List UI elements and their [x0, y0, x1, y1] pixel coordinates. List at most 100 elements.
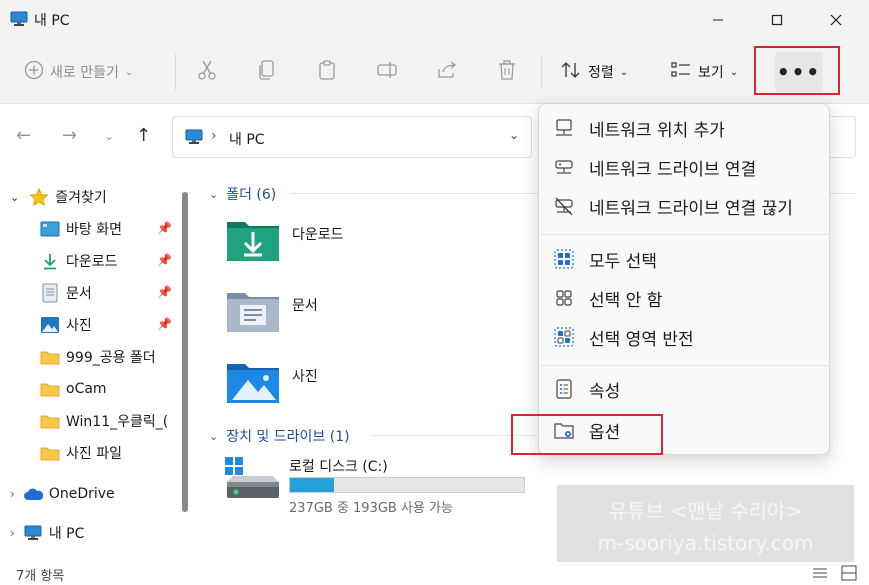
folder-item-downloads[interactable]: 다운로드	[226, 218, 344, 266]
tiles-view-icon[interactable]	[840, 564, 858, 582]
menu-item-label: 네트워크 드라이브 연결 끊기	[589, 198, 793, 219]
menu-item-invert-selection[interactable]: 선택 영역 반전	[539, 318, 829, 356]
downloads-folder-icon	[226, 218, 280, 266]
drives-group-title: 장치 및 드라이브 (1)	[226, 429, 350, 445]
menu-item-label: 속성	[589, 381, 621, 402]
sidebar-item-folder[interactable]: 사진 파일	[40, 438, 122, 468]
sort-button[interactable]: 정렬 ⌄	[560, 52, 628, 92]
address-bar[interactable]: › 내 PC ⌄	[172, 116, 532, 158]
rename-button[interactable]	[376, 52, 398, 92]
up-arrow-icon[interactable]: ↑	[136, 125, 151, 146]
properties-icon	[553, 378, 575, 400]
sidebar-item-label: 바탕 화면	[66, 222, 122, 238]
chevron-down-icon[interactable]: ⌄	[509, 128, 519, 142]
new-label: 새로 만들기	[50, 65, 119, 81]
folders-group-title: 폴더 (6)	[226, 187, 277, 203]
share-button[interactable]	[436, 52, 458, 92]
pictures-folder-icon	[226, 360, 280, 408]
sidebar-item-desktop[interactable]: 바탕 화면	[40, 214, 122, 244]
minimize-button[interactable]	[695, 0, 741, 40]
rename-icon	[376, 59, 398, 85]
pin-icon[interactable]: 📌	[157, 253, 172, 267]
drive-name[interactable]: 로컬 디스크 (C:)	[289, 456, 388, 476]
highlight-box-options	[511, 414, 663, 455]
maximize-button[interactable]	[754, 0, 800, 40]
sidebar-item-pictures[interactable]: 사진	[40, 310, 92, 340]
chevron-right-icon: ›	[211, 128, 217, 144]
share-icon	[436, 59, 458, 85]
chevron-down-icon: ⌄	[209, 429, 219, 443]
sort-icon	[560, 59, 582, 85]
drives-group-header[interactable]: ⌄ 장치 및 드라이브 (1)	[209, 426, 350, 446]
sidebar-item-downloads[interactable]: 다운로드	[40, 246, 118, 276]
hard-drive-icon	[224, 457, 282, 506]
drive-space-info: 237GB 중 193GB 사용 가능	[289, 501, 453, 516]
watermark: 유튜브 <맨날 수리야> m-sooriya.tistory.com	[557, 485, 854, 569]
chevron-right-icon[interactable]: ›	[10, 487, 15, 501]
sidebar-item-label: 다운로드	[66, 254, 118, 270]
add-circle-icon	[24, 60, 44, 84]
documents-folder-icon	[226, 289, 280, 337]
menu-item-disconnect-network-drive[interactable]: 네트워크 드라이브 연결 끊기	[539, 187, 829, 225]
invert-selection-icon	[553, 326, 575, 348]
desktop-icon	[40, 219, 60, 239]
menu-item-properties[interactable]: 속성	[539, 370, 829, 408]
folder-name: 다운로드	[292, 227, 344, 243]
folder-icon	[40, 443, 60, 463]
menu-item-label: 모두 선택	[589, 251, 657, 272]
pin-icon[interactable]: 📌	[157, 285, 172, 299]
pin-icon[interactable]: 📌	[157, 317, 172, 331]
select-none-icon	[553, 287, 575, 309]
sidebar-item-label: 문서	[66, 286, 92, 302]
disconnect-network-drive-icon	[553, 195, 575, 217]
menu-item-select-all[interactable]: 모두 선택	[539, 240, 829, 278]
sidebar-item-folder[interactable]: 999_공용 폴더	[40, 342, 156, 372]
menu-item-label: 선택 안 함	[589, 290, 663, 311]
menu-divider	[540, 365, 830, 366]
sidebar-item-label: 999_공용 폴더	[66, 350, 156, 366]
sidebar-item-this-pc[interactable]: › 내 PC	[10, 518, 84, 548]
menu-item-select-none[interactable]: 선택 안 함	[539, 279, 829, 317]
delete-button[interactable]	[496, 52, 518, 92]
details-view-icon[interactable]	[811, 564, 829, 582]
sidebar-item-label: OneDrive	[48, 486, 115, 502]
sidebar-item-onedrive[interactable]: › OneDrive	[10, 479, 115, 509]
sidebar-item-documents[interactable]: 문서	[40, 278, 92, 308]
pin-icon[interactable]: 📌	[157, 221, 172, 235]
sidebar-item-label: Win11_우클릭_(	[66, 414, 169, 430]
drive-item[interactable]	[224, 456, 282, 506]
forward-arrow-icon[interactable]: →	[62, 125, 77, 146]
menu-item-map-network-drive[interactable]: 네트워크 드라이브 연결	[539, 148, 829, 186]
folder-icon	[40, 379, 60, 399]
back-arrow-icon[interactable]: ←	[16, 125, 31, 146]
chevron-down-icon: ⌄	[124, 66, 134, 78]
paste-button[interactable]	[316, 52, 338, 92]
breadcrumb[interactable]: 내 PC	[229, 129, 265, 149]
chevron-down-icon: ⌄	[209, 187, 219, 201]
folders-group-header[interactable]: ⌄ 폴더 (6)	[209, 184, 276, 204]
copy-button[interactable]	[256, 52, 278, 92]
toolbar-divider	[175, 54, 176, 90]
cloud-icon	[23, 484, 43, 504]
recent-locations-icon[interactable]: ⌄	[104, 129, 114, 143]
download-icon	[40, 251, 60, 271]
new-button[interactable]: 새로 만들기 ⌄	[24, 52, 133, 92]
close-button[interactable]	[813, 0, 859, 40]
folder-item-pictures[interactable]: 사진	[226, 360, 318, 408]
sidebar-item-folder[interactable]: Win11_우클릭_(	[40, 406, 175, 436]
chevron-down-icon[interactable]: ⌄	[10, 191, 19, 204]
sidebar-item-folder[interactable]: oCam	[40, 374, 107, 404]
sidebar-scrollbar-thumb[interactable]	[182, 192, 188, 512]
cut-button[interactable]	[196, 52, 218, 92]
menu-item-add-network-location[interactable]: 네트워크 위치 추가	[539, 109, 829, 147]
folder-item-documents[interactable]: 문서	[226, 289, 318, 337]
copy-icon	[256, 59, 278, 85]
sidebar-item-label: 내 PC	[48, 526, 85, 542]
chevron-right-icon[interactable]: ›	[10, 526, 15, 540]
menu-item-label: 네트워크 위치 추가	[589, 120, 725, 141]
drive-usage-bar	[289, 477, 525, 493]
sidebar-item-quick-access[interactable]: ⌄ 즐겨찾기	[10, 182, 107, 212]
pictures-icon	[40, 315, 60, 335]
view-button[interactable]: 보기 ⌄	[670, 52, 738, 92]
this-pc-icon	[10, 11, 28, 31]
